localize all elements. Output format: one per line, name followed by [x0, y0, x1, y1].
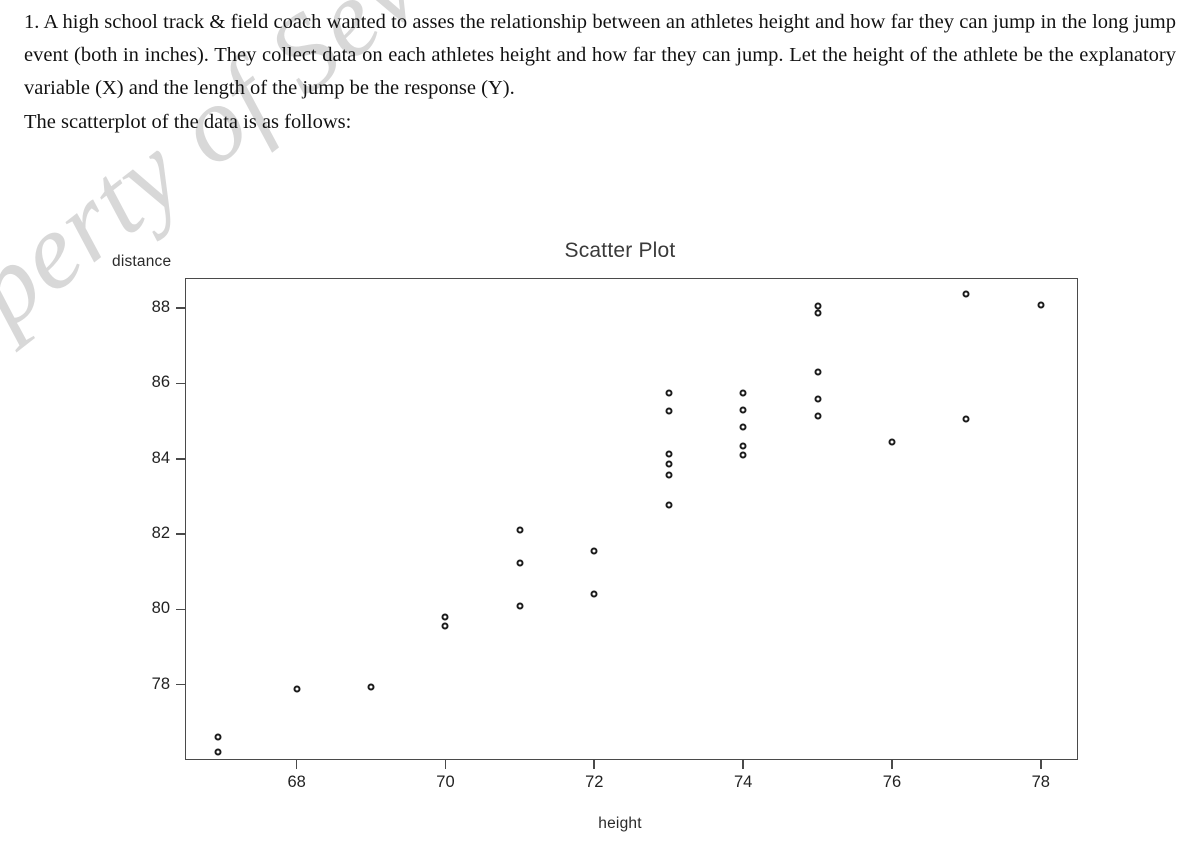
chart-title: Scatter Plot: [564, 239, 676, 262]
data-point: [367, 683, 375, 691]
x-axis-label: height: [598, 815, 642, 832]
x-axis-tick-label: 74: [733, 773, 753, 791]
data-point: [665, 450, 673, 458]
data-point: [516, 602, 524, 610]
scatter-plot-figure: Scatter Plot distance height 78 80 82 84 86 8…: [0, 225, 1200, 855]
data-point: [739, 442, 747, 450]
y-axis-tick: [176, 457, 185, 460]
x-axis-tick-label: 78: [1031, 773, 1050, 791]
y-axis-tick-label: 88: [151, 298, 170, 317]
data-point: [214, 748, 222, 756]
data-point: [665, 389, 673, 397]
x-axis-tick: [593, 760, 596, 769]
data-point: [516, 559, 524, 567]
x-axis-tick: [891, 760, 893, 769]
y-axis-tick: [176, 683, 185, 686]
data-point: [814, 395, 822, 402]
x-axis-tick: [1039, 760, 1042, 769]
page-root: roperty of Sevan Krikor 1. A high school…: [0, 0, 1200, 855]
data-point: [814, 309, 822, 317]
data-point: [665, 501, 673, 509]
y-axis-tick: [176, 307, 185, 309]
y-axis-tick: [176, 382, 185, 385]
y-axis-tick-label: 78: [151, 674, 170, 693]
data-point: [814, 368, 822, 376]
y-axis-tick: [176, 533, 185, 535]
x-axis-tick: [295, 760, 298, 769]
plot-area: [185, 278, 1078, 760]
data-point: [441, 613, 449, 621]
data-point: [665, 407, 673, 415]
y-axis-tick-label: 82: [151, 524, 170, 543]
data-point: [739, 389, 747, 397]
data-point: [814, 412, 822, 420]
x-axis-tick-label: 76: [882, 773, 902, 791]
data-point: [739, 423, 747, 431]
data-point: [214, 733, 222, 741]
data-point: [739, 406, 747, 414]
x-axis-tick: [742, 760, 744, 769]
y-axis-label: distance: [112, 253, 172, 270]
data-point: [739, 451, 747, 459]
problem-paragraph: 1. A high school track & field coach wan…: [24, 11, 1176, 100]
y-axis-tick-label: 86: [151, 373, 170, 392]
y-axis-tick: [176, 608, 185, 611]
y-axis-tick-label: 84: [151, 448, 170, 467]
data-point: [1037, 301, 1045, 309]
data-point: [590, 547, 598, 555]
problem-lead-in: The scatterplot of the data is as follow…: [24, 110, 352, 133]
data-point: [516, 526, 524, 534]
x-axis-tick-label: 70: [436, 773, 455, 791]
y-axis-tick-label: 80: [151, 599, 170, 618]
data-point: [962, 415, 970, 423]
data-point: [888, 438, 896, 446]
data-point: [665, 471, 673, 479]
data-point: [441, 622, 449, 630]
x-axis-tick-label: 68: [287, 773, 306, 791]
data-point: [665, 460, 673, 468]
problem-statement: 1. A high school track & field coach wan…: [24, 6, 1176, 139]
data-point: [962, 290, 970, 298]
data-point: [293, 685, 301, 693]
data-point: [590, 590, 598, 598]
x-axis-tick-label: 72: [585, 773, 604, 791]
x-axis-tick: [444, 760, 447, 769]
